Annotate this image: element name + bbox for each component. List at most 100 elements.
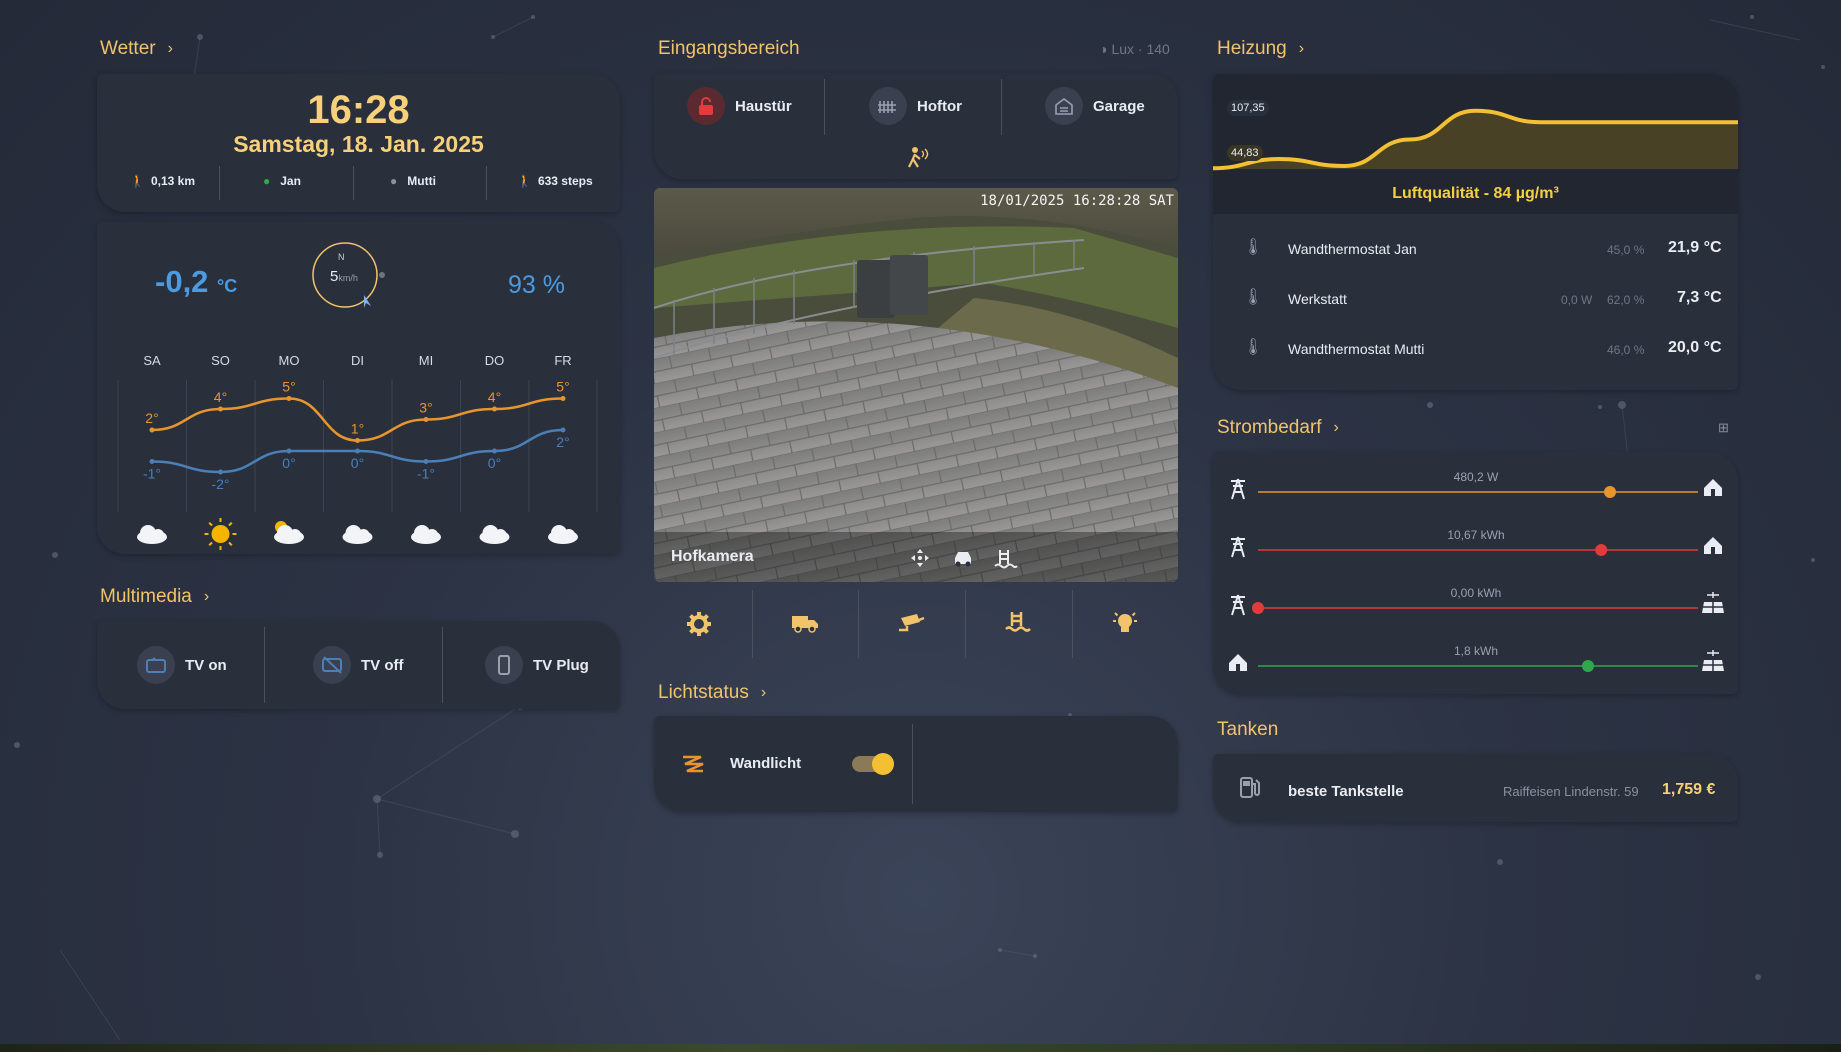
- haustuer-button[interactable]: Haustür: [687, 87, 792, 125]
- temperature-unit: °C: [217, 276, 238, 296]
- forecast-low-point: [423, 459, 429, 464]
- weather-card[interactable]: -0,2 °C N 5km/h 93 % SA SO MO DI MI DO FR 2° 4° 5…: [97, 222, 620, 554]
- settings-icon[interactable]: ⊞: [1718, 420, 1729, 436]
- power-pylon-icon: [1231, 478, 1245, 500]
- forecast-day-label: MI: [419, 353, 433, 368]
- home-icon: [1229, 654, 1247, 671]
- truck-icon[interactable]: [790, 612, 820, 634]
- power-pylon-icon: [1231, 594, 1245, 616]
- distance-stat: 🚶 0,13 km: [130, 174, 195, 188]
- chevron-right-icon: ›: [1333, 419, 1339, 436]
- thermostat-name: Wandthermostat Jan: [1288, 241, 1417, 257]
- forecast-high-point: [355, 438, 360, 443]
- lux-value: Lux · 140: [1111, 41, 1170, 57]
- power-flow-dot: [1582, 660, 1594, 672]
- forecast-low-label: 0°: [282, 455, 295, 471]
- forecast-high-point: [286, 396, 292, 401]
- unlocked-icon: [687, 87, 725, 125]
- lux-readout: ◑ Lux · 140: [1099, 41, 1170, 57]
- cloud-icon: [548, 525, 578, 544]
- fuel-card[interactable]: beste Tankstelle Raiffeisen Lindenstr. 5…: [1213, 754, 1738, 822]
- forecast-low-label: -2°: [211, 476, 229, 492]
- cloud-icon: [411, 525, 441, 544]
- hoftor-button[interactable]: Hoftor: [869, 87, 962, 125]
- solar-panel-icon: [1702, 650, 1724, 671]
- bulb-icon[interactable]: [1111, 610, 1139, 636]
- fuel-section-title: Tanken: [1217, 719, 1279, 740]
- move-icon[interactable]: [910, 548, 930, 568]
- wandlicht-toggle[interactable]: [852, 753, 894, 775]
- power-section-header[interactable]: Strombedarf ›: [1217, 417, 1339, 439]
- humidity: 93 %: [508, 271, 565, 299]
- divider: [858, 590, 859, 658]
- temperature-value: -0,2: [155, 264, 209, 299]
- thermostat-row[interactable]: 🌡 Werkstatt 0,0 W 62,0 % 7,3 °C: [1213, 283, 1738, 317]
- forecast-high-label: 1°: [351, 421, 364, 437]
- person-mutti[interactable]: ● Mutti: [390, 174, 436, 188]
- weather-section-header[interactable]: Wetter ›: [100, 38, 173, 60]
- forecast-low-point: [355, 448, 360, 454]
- chart-min-label: 44,83: [1227, 145, 1263, 161]
- wind-speed: 5km/h: [330, 268, 358, 285]
- power-flow-chart: 480,2 W 10,67 kWh 0,00 kWh 1,8 kWh: [1229, 470, 1724, 672]
- thermostat-humidity: 46,0 %: [1607, 343, 1645, 357]
- light-section-title: Lichtstatus: [658, 682, 749, 703]
- forecast-low-point: [560, 427, 566, 433]
- heating-section-header[interactable]: Heizung ›: [1217, 38, 1304, 60]
- forecast-low-point: [149, 459, 155, 464]
- forecast-low-point: [492, 448, 497, 454]
- forecast-high-label: 2°: [145, 410, 158, 426]
- divider: [912, 724, 913, 804]
- tv-on-button[interactable]: TV on: [137, 646, 227, 684]
- tv-plug-button[interactable]: TV Plug: [485, 646, 589, 684]
- divider: [442, 627, 443, 703]
- garage-button[interactable]: Garage: [1045, 87, 1145, 125]
- compass-north: N: [338, 252, 345, 262]
- clock-card: 16:28 Samstag, 18. Jan. 2025 🚶 0,13 km ●…: [97, 74, 620, 212]
- power-section-title: Strombedarf: [1217, 417, 1322, 438]
- gear-icon[interactable]: [686, 611, 712, 637]
- camera-view[interactable]: 18/01/2025 16:28:28 SAT Hofkamera: [654, 188, 1178, 582]
- thermostat-row[interactable]: 🌡 Wandthermostat Mutti 46,0 % 20,0 °C: [1213, 333, 1738, 367]
- forecast-low-label: 0°: [488, 455, 501, 471]
- wandlicht-label: Wandlicht: [730, 755, 802, 772]
- chevron-right-icon: ›: [1298, 40, 1305, 57]
- chart-max-label: 107,35: [1227, 100, 1269, 116]
- tv-off-button[interactable]: TV off: [313, 646, 404, 684]
- home-icon: [1704, 479, 1722, 496]
- fuel-price: 1,759 €: [1662, 781, 1716, 798]
- car-icon[interactable]: [952, 548, 974, 568]
- walking-icon: 🚶: [130, 174, 145, 188]
- phone-icon: [485, 646, 523, 684]
- person-jan-label: Jan: [280, 174, 301, 188]
- forecast-high-label: 4°: [214, 389, 227, 405]
- multimedia-section-header[interactable]: Multimedia ›: [100, 586, 209, 608]
- thermostat-temp: 20,0 °C: [1668, 339, 1722, 356]
- thermostat-power: 0,0 W: [1561, 293, 1593, 307]
- power-pylon-icon: [1231, 536, 1245, 558]
- pool-icon[interactable]: [1005, 610, 1031, 634]
- chevron-right-icon: ›: [760, 684, 767, 701]
- cctv-icon[interactable]: [897, 612, 925, 634]
- heating-section-title: Heizung: [1217, 38, 1287, 59]
- steps-value: 633 steps: [537, 174, 593, 188]
- camera-timestamp: 18/01/2025 16:28:28 SAT: [980, 193, 1174, 209]
- forecast-high-point: [218, 406, 223, 412]
- divider: [486, 166, 487, 200]
- thermostat-temp: 21,9 °C: [1668, 239, 1722, 256]
- brightness-icon: ◑: [1099, 41, 1108, 57]
- clock-time: 16:28: [307, 88, 410, 132]
- camera-image: [654, 188, 1178, 582]
- multimedia-card: TV on TV off TV Plug: [97, 621, 620, 709]
- forecast-high-point: [560, 396, 566, 401]
- pool-icon[interactable]: [994, 548, 1018, 570]
- steps-stat: 🚶 633 steps: [517, 174, 593, 188]
- thermostat-row[interactable]: 🌡 Wandthermostat Jan 45,0 % 21,9 °C: [1213, 233, 1738, 267]
- tv-off-icon: [313, 646, 351, 684]
- person-jan[interactable]: ● Jan: [263, 174, 301, 188]
- light-section-header[interactable]: Lichtstatus ›: [658, 682, 766, 704]
- air-quality-value: Luftqualität - 84 µg/m³: [1392, 185, 1559, 202]
- fuel-label: beste Tankstelle: [1288, 783, 1404, 800]
- divider: [353, 166, 354, 200]
- led-strip-icon: [683, 755, 704, 773]
